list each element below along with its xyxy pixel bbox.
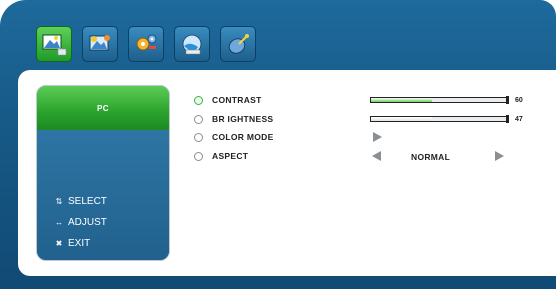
color-mode-label: COLOR MODE: [212, 132, 274, 142]
radio-selected-icon: [194, 95, 203, 105]
exit-icon: ✖: [55, 239, 63, 248]
hint-exit: ✖ EXIT: [55, 238, 91, 249]
adjust-arrows-icon: ↔: [55, 218, 63, 227]
contrast-label: CONTRAST: [212, 95, 262, 105]
tab-network[interactable]: [174, 26, 210, 62]
source-card: PC ⇅ SELECT ↔ ADJUST ✖ EXIT: [36, 85, 170, 261]
aspect-value: NORMAL: [411, 152, 451, 162]
brightness-slider-fill: [371, 117, 433, 121]
settings-panel: PC ⇅ SELECT ↔ ADJUST ✖ EXIT CONTRAST 60 …: [18, 70, 556, 276]
osd-frame: PC ⇅ SELECT ↔ ADJUST ✖ EXIT CONTRAST 60 …: [0, 0, 556, 289]
brightness-value: 47: [515, 116, 523, 123]
hint-select-label: SELECT: [68, 196, 107, 207]
tab-bar: [36, 26, 256, 62]
radio-icon: [194, 114, 203, 124]
aspect-label: ASPECT: [212, 151, 249, 161]
aspect-next-arrow-icon[interactable]: [495, 151, 504, 161]
hint-area: ⇅ SELECT ↔ ADJUST ✖ EXIT: [37, 130, 169, 260]
globe-icon: [182, 34, 202, 55]
contrast-value: 60: [515, 97, 523, 104]
tab-setup[interactable]: [128, 26, 164, 62]
image-settings-icon: [89, 35, 110, 51]
contrast-slider-fill: [371, 98, 433, 102]
source-label: PC: [37, 86, 169, 130]
color-mode-submenu-arrow-icon[interactable]: [373, 132, 382, 142]
hint-select: ⇅ SELECT: [55, 196, 107, 207]
menu-item-aspect[interactable]: ASPECT: [194, 151, 248, 161]
picture-icon: [42, 34, 67, 56]
satellite-icon: [228, 34, 249, 54]
brightness-slider[interactable]: [370, 115, 509, 123]
settings-gear-icon: [136, 34, 157, 51]
menu-item-color-mode[interactable]: COLOR MODE: [194, 132, 274, 142]
radio-icon: [194, 151, 203, 161]
menu-item-contrast[interactable]: CONTRAST: [194, 95, 262, 105]
aspect-prev-arrow-icon[interactable]: [372, 151, 381, 161]
slider-endcap: [506, 96, 509, 104]
menu-item-brightness[interactable]: BR IGHTNESS: [194, 114, 273, 124]
contrast-slider[interactable]: [370, 96, 509, 104]
hint-adjust-label: ADJUST: [68, 217, 107, 228]
tab-picture[interactable]: [36, 26, 72, 62]
brightness-label: BR IGHTNESS: [212, 114, 274, 124]
hint-adjust: ↔ ADJUST: [55, 217, 107, 228]
tab-image-settings[interactable]: [82, 26, 118, 62]
hint-exit-label: EXIT: [68, 238, 91, 249]
select-arrows-icon: ⇅: [55, 197, 63, 206]
radio-icon: [194, 132, 203, 142]
tab-satellite[interactable]: [220, 26, 256, 62]
slider-endcap: [506, 115, 509, 123]
